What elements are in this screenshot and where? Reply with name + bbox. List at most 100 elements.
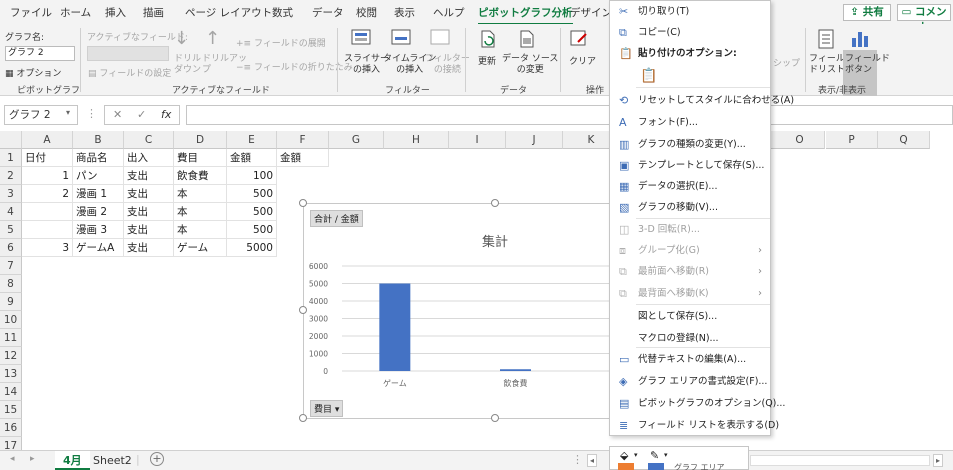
column-header-c[interactable]: C: [124, 131, 174, 149]
column-header-q[interactable]: Q: [878, 131, 930, 149]
comment-button[interactable]: ▭ コメント: [897, 4, 951, 33]
options-button[interactable]: ▦ オプション: [5, 66, 61, 79]
tab-review[interactable]: 校閲: [356, 5, 377, 20]
row-header-17[interactable]: 17: [0, 437, 22, 450]
menu-item-alt-text[interactable]: ▭ 代替テキストの編集(A)...: [610, 349, 770, 370]
cell-b4[interactable]: 漫画 2: [73, 203, 124, 221]
horizontal-scrollbar[interactable]: [750, 455, 930, 466]
enter-icon[interactable]: ✓: [137, 106, 146, 124]
row-header-5[interactable]: 5: [0, 221, 22, 239]
filter-connections-button[interactable]: フィルター の接続: [425, 54, 470, 76]
row-header-11[interactable]: 11: [0, 329, 22, 347]
cell-d6[interactable]: ゲーム: [174, 239, 227, 257]
hscroll-right-icon[interactable]: ▸: [933, 454, 943, 467]
cell-e5[interactable]: 500: [227, 221, 277, 239]
row-header-8[interactable]: 8: [0, 275, 22, 293]
name-box-dropdown-icon[interactable]: ▾: [66, 108, 70, 117]
row-header-10[interactable]: 10: [0, 311, 22, 329]
cell-c5[interactable]: 支出: [124, 221, 174, 239]
row-header-3[interactable]: 3: [0, 185, 22, 203]
cell-b1[interactable]: 商品名: [73, 149, 124, 167]
menu-item-move-chart[interactable]: ▧ グラフの移動(V)...: [610, 197, 770, 218]
tab-help[interactable]: ヘルプ: [433, 5, 465, 20]
column-header-a[interactable]: A: [22, 131, 73, 149]
menu-item-item-14[interactable]: マクロの登録(N)...: [610, 328, 770, 349]
resize-handle-nw[interactable]: [299, 199, 307, 207]
tab-design[interactable]: デザイン: [570, 5, 612, 20]
column-header-j[interactable]: J: [506, 131, 563, 149]
resize-handle-w[interactable]: [299, 306, 307, 314]
tab-home[interactable]: ホーム: [60, 5, 91, 20]
cancel-icon[interactable]: ✕: [113, 106, 122, 124]
insert-function-icon[interactable]: fx: [161, 106, 171, 124]
cell-d3[interactable]: 本: [174, 185, 227, 203]
outline-dropdown-icon[interactable]: ▾: [664, 451, 668, 459]
field-buttons-button[interactable]: フィールド ボタン: [845, 54, 890, 76]
menu-item-paste[interactable]: 📋 貼り付けのオプション:: [610, 43, 770, 64]
menu-item-copy[interactable]: ⧉ コピー(C): [610, 22, 770, 43]
menu-item-chart-type[interactable]: ▥ グラフの種類の変更(Y)...: [610, 134, 770, 155]
change-source-button[interactable]: データ ソース の変更: [502, 54, 558, 76]
formula-input[interactable]: [186, 105, 953, 125]
fill-color-icon[interactable]: ⬙: [620, 449, 628, 462]
cell-d2[interactable]: 飲食費: [174, 167, 227, 185]
cell-d5[interactable]: 本: [174, 221, 227, 239]
chart-element-selector[interactable]: グラフ エリア: [674, 462, 725, 470]
cell-c6[interactable]: 支出: [124, 239, 174, 257]
menu-item-select-data[interactable]: ▦ データの選択(E)...: [610, 176, 770, 197]
tab-pivotchart-analyze[interactable]: ピボットグラフ分析: [478, 5, 573, 25]
tab-data[interactable]: データ: [312, 5, 344, 20]
cell-a5[interactable]: [22, 221, 73, 239]
cell-e1[interactable]: 金額: [227, 149, 277, 167]
cell-b2[interactable]: パン: [73, 167, 124, 185]
sheet-tab-sheet2[interactable]: Sheet2: [93, 451, 132, 470]
cell-a3[interactable]: 2: [22, 185, 73, 203]
tab-file[interactable]: ファイル: [10, 5, 52, 20]
tab-page-layout[interactable]: ページ レイアウト: [185, 5, 272, 20]
row-header-1[interactable]: 1: [0, 149, 22, 167]
row-header-4[interactable]: 4: [0, 203, 22, 221]
column-header-b[interactable]: B: [73, 131, 124, 149]
menu-item-field-list[interactable]: ≣ フィールド リストを表示する(D): [610, 415, 779, 436]
share-button[interactable]: ⇪ 共有: [843, 4, 891, 21]
hscroll-left-icon[interactable]: ◂: [587, 454, 597, 467]
collapse-field-button[interactable]: −≡ フィールドの折りたたみ: [236, 60, 353, 73]
menu-item-font[interactable]: A フォント(F)...: [610, 112, 770, 133]
cell-e4[interactable]: 500: [227, 203, 277, 221]
column-header-g[interactable]: G: [329, 131, 384, 149]
row-header-6[interactable]: 6: [0, 239, 22, 257]
cell-a1[interactable]: 日付: [22, 149, 73, 167]
cell-a2[interactable]: 1: [22, 167, 73, 185]
menu-item-pivot-options[interactable]: ▤ ピボットグラフのオプション(Q)...: [610, 393, 785, 414]
paste-option-keep-source[interactable]: 📋: [610, 64, 770, 86]
column-header-p[interactable]: P: [826, 131, 878, 149]
cell-e6[interactable]: 5000: [227, 239, 277, 257]
column-header-e[interactable]: E: [227, 131, 277, 149]
select-all-corner[interactable]: [0, 131, 22, 149]
tab-formulas[interactable]: 数式: [272, 5, 293, 20]
tab-insert[interactable]: 挿入: [105, 5, 126, 20]
cell-b5[interactable]: 漫画 3: [73, 221, 124, 239]
cell-f1[interactable]: 金額: [277, 149, 329, 167]
row-header-9[interactable]: 9: [0, 293, 22, 311]
column-header-h[interactable]: H: [384, 131, 449, 149]
chart-title[interactable]: 集計: [482, 234, 508, 250]
cell-e3[interactable]: 500: [227, 185, 277, 203]
cell-c2[interactable]: 支出: [124, 167, 174, 185]
bar-1[interactable]: [500, 369, 531, 371]
field-settings-button[interactable]: ▤ フィールドの設定: [88, 66, 171, 79]
row-header-15[interactable]: 15: [0, 401, 22, 419]
tab-draw[interactable]: 描画: [143, 5, 164, 20]
cell-b6[interactable]: ゲームA: [73, 239, 124, 257]
row-header-2[interactable]: 2: [0, 167, 22, 185]
cell-b3[interactable]: 漫画 1: [73, 185, 124, 203]
add-sheet-icon[interactable]: +: [150, 452, 164, 466]
field-list-button[interactable]: フィール ドリスト: [809, 54, 845, 76]
cell-d4[interactable]: 本: [174, 203, 227, 221]
column-header-f[interactable]: F: [277, 131, 329, 149]
row-header-14[interactable]: 14: [0, 383, 22, 401]
menu-item-reset-style[interactable]: ⟲ リセットしてスタイルに合わせる(A): [610, 90, 794, 111]
fill-dropdown-icon[interactable]: ▾: [634, 451, 638, 459]
prev-sheet-icon[interactable]: ◂: [10, 454, 15, 464]
row-header-16[interactable]: 16: [0, 419, 22, 437]
